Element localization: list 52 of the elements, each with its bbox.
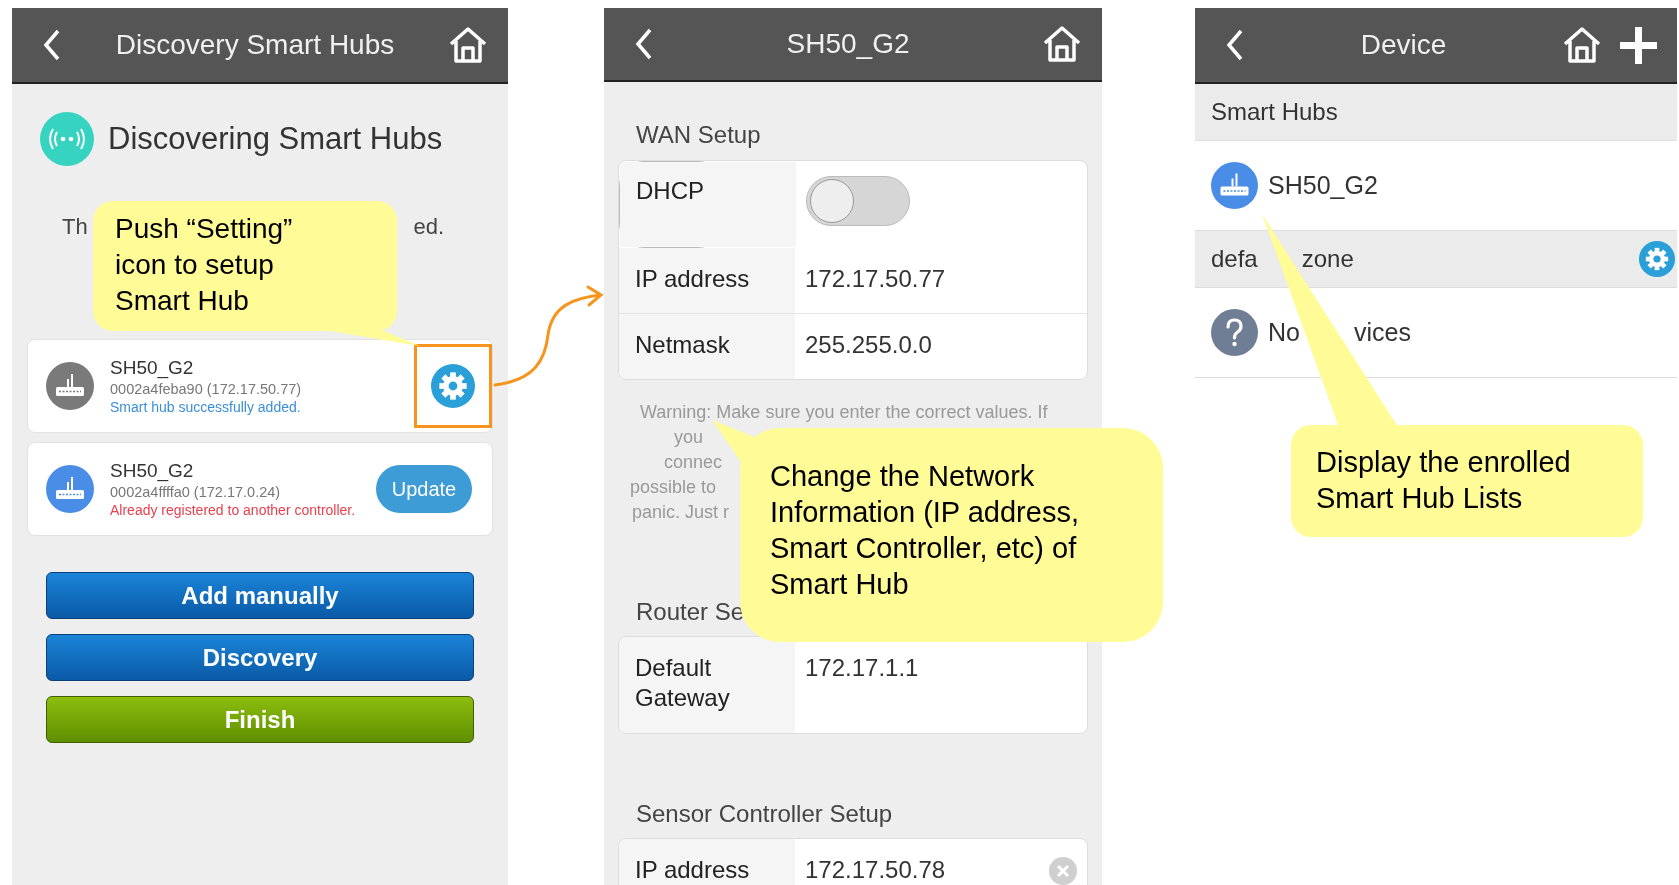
home-icon[interactable]: [1562, 25, 1602, 65]
screen-title: SH50_G2: [785, 28, 911, 60]
warning-text: connec: [663, 451, 723, 474]
screen-title: Device: [1359, 29, 1448, 61]
field-label: DHCP: [620, 162, 796, 247]
hub-detail: 0002a4feba90 (172.17.50.77): [110, 381, 302, 397]
update-button[interactable]: Update: [376, 465, 472, 513]
back-icon[interactable]: [42, 28, 62, 62]
field-value: 172.17.1.1: [805, 653, 920, 683]
field-label: Default Gateway: [619, 637, 795, 733]
item-label: No: [1268, 318, 1300, 347]
item-label: vices: [1353, 318, 1411, 347]
hub-name: SH50_G2: [110, 357, 194, 379]
field-label: Netmask: [619, 314, 795, 379]
signal-icon: [40, 112, 94, 166]
settings-icon[interactable]: [1639, 241, 1675, 277]
callout: Display the enrolled Smart Hub Lists: [1291, 425, 1643, 537]
field-value: 255.255.0.0: [805, 330, 933, 360]
hub-detail: 0002a4ffffa0 (172.17.0.24): [110, 484, 281, 500]
warning-text: you: [673, 426, 704, 449]
status-message: Smart hub successfully added.: [110, 399, 301, 415]
section-title: zone: [1301, 245, 1354, 273]
action-button[interactable]: Discovery: [46, 634, 474, 681]
action-button[interactable]: Finish: [46, 696, 474, 743]
status-text: Th: [62, 214, 88, 240]
add-icon[interactable]: [1620, 26, 1657, 64]
item-label: SH50_G2: [1268, 171, 1378, 200]
action-button[interactable]: Add manually: [46, 572, 474, 619]
warning-text: panic. Just r: [631, 501, 730, 524]
question-icon: [1211, 309, 1258, 356]
home-icon[interactable]: [1042, 24, 1082, 64]
screen-title: Discovery Smart Hubs: [114, 29, 396, 61]
section-title: defa: [1211, 245, 1258, 273]
status-text: ed.: [413, 214, 444, 240]
screen-heading: Discovering Smart Hubs: [108, 121, 443, 157]
field-label: IP address: [619, 248, 795, 313]
status-message: Already registered to another controller.: [110, 502, 356, 518]
toggle-switch[interactable]: [806, 176, 910, 226]
section-title: WAN Setup: [636, 122, 762, 148]
field-value: 172.17.50.77: [805, 264, 947, 294]
hub-name: SH50_G2: [110, 460, 194, 482]
router-icon: [1211, 162, 1258, 209]
back-icon[interactable]: [634, 27, 654, 61]
warning-text: Warning: Make sure you enter the correct values. If: [639, 401, 1048, 424]
field-value[interactable]: 172.17.50.78: [805, 855, 1049, 885]
home-icon[interactable]: [448, 25, 488, 65]
settings-icon[interactable]: [431, 364, 475, 408]
field-label: IP address: [619, 839, 795, 885]
back-icon[interactable]: [1225, 28, 1245, 62]
section-title: Sensor Controller Setup: [636, 801, 894, 827]
section-title: Smart Hubs: [1211, 98, 1338, 126]
warning-text: possible to: [629, 476, 717, 499]
